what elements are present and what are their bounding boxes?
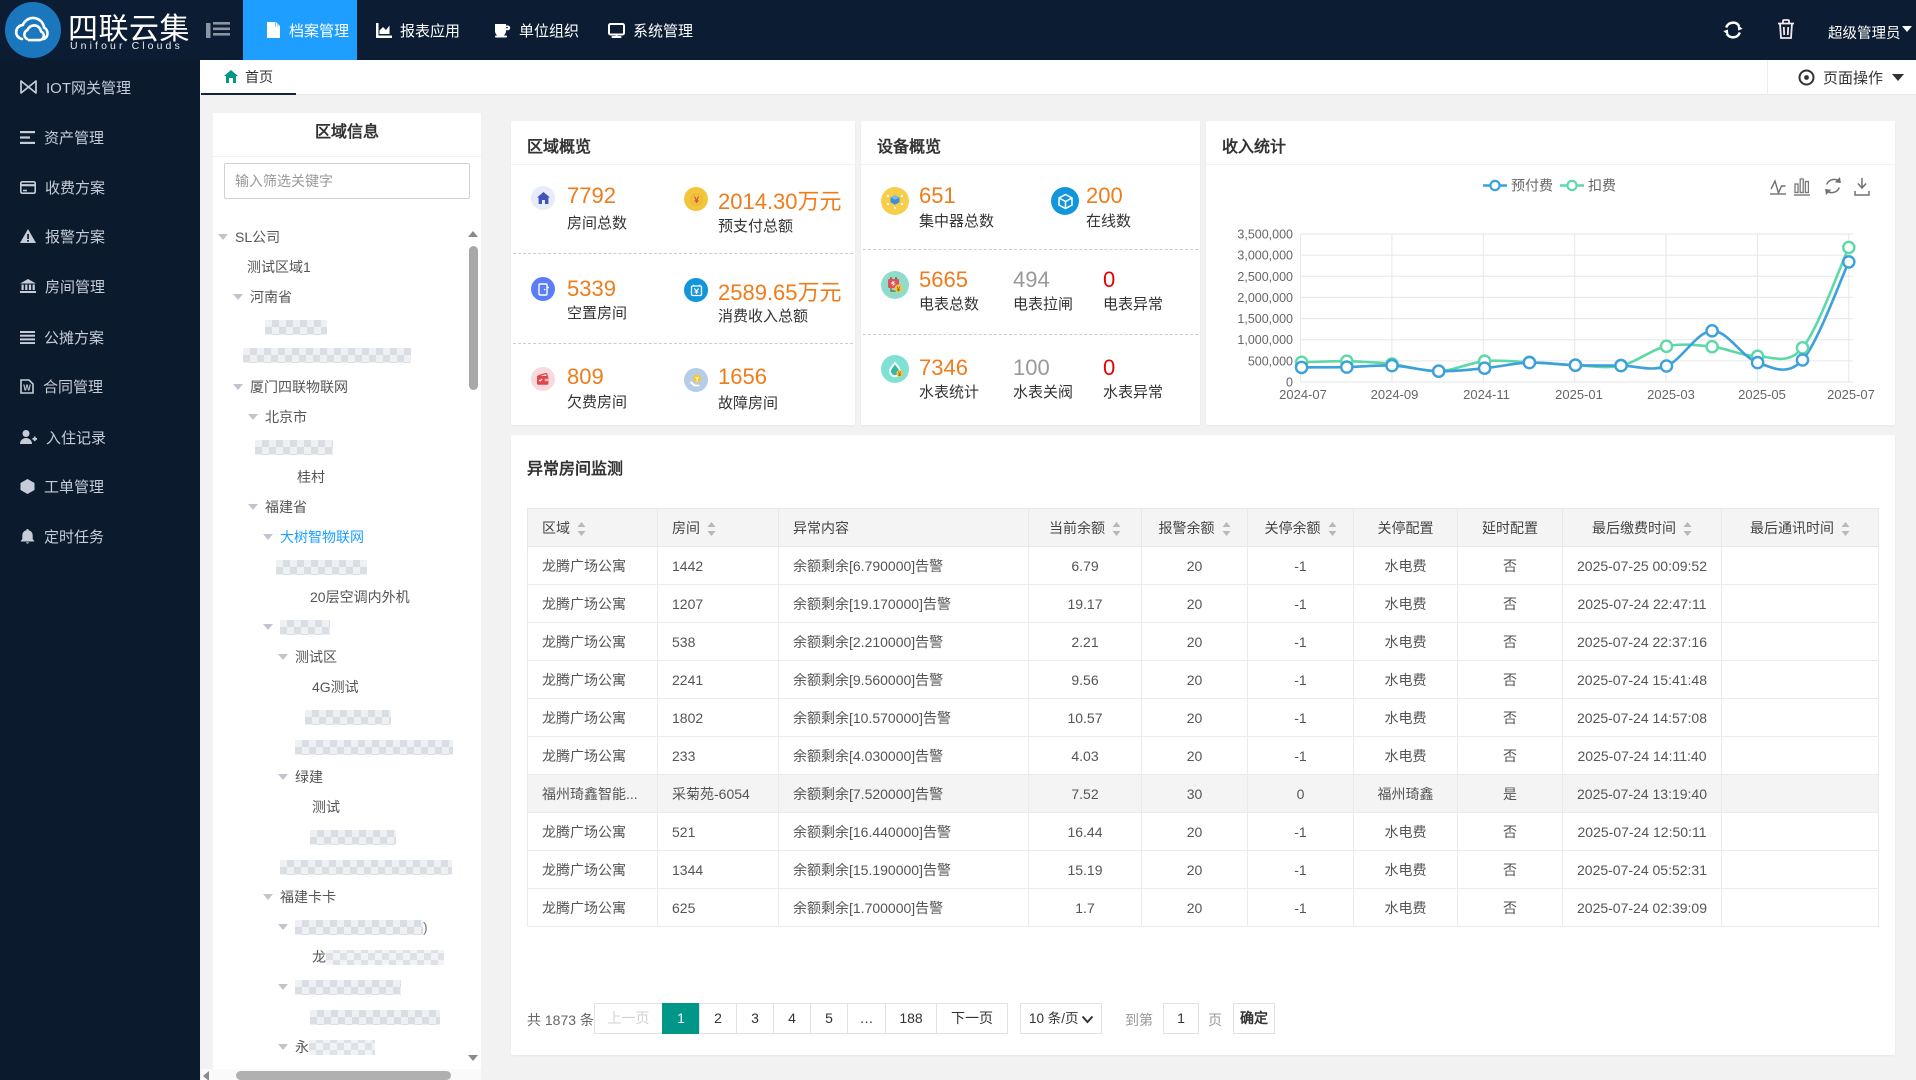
svg-text:2025-05: 2025-05: [1738, 387, 1786, 402]
svg-text:2024-07: 2024-07: [1279, 387, 1327, 402]
svg-text:扣费: 扣费: [1588, 178, 1616, 194]
svg-text:2025-07: 2025-07: [1827, 387, 1875, 402]
svg-text:3,000,000: 3,000,000: [1237, 249, 1293, 263]
svg-text:2,000,000: 2,000,000: [1237, 291, 1293, 305]
svg-text:500,000: 500,000: [1248, 354, 1293, 368]
svg-text:2025-03: 2025-03: [1647, 387, 1695, 402]
svg-text:¥: ¥: [897, 286, 901, 293]
svg-text:预付费: 预付费: [1511, 178, 1553, 194]
svg-text:2,500,000: 2,500,000: [1237, 270, 1293, 284]
svg-text:2024-11: 2024-11: [1463, 387, 1510, 402]
svg-text:¥: ¥: [693, 195, 699, 206]
svg-text:W: W: [23, 383, 31, 392]
svg-text:2024-09: 2024-09: [1371, 387, 1419, 402]
svg-text:1,000,000: 1,000,000: [1237, 333, 1293, 347]
svg-text:1,500,000: 1,500,000: [1237, 312, 1293, 326]
svg-text:3,500,000: 3,500,000: [1237, 228, 1293, 242]
svg-text:2025-01: 2025-01: [1555, 387, 1603, 402]
